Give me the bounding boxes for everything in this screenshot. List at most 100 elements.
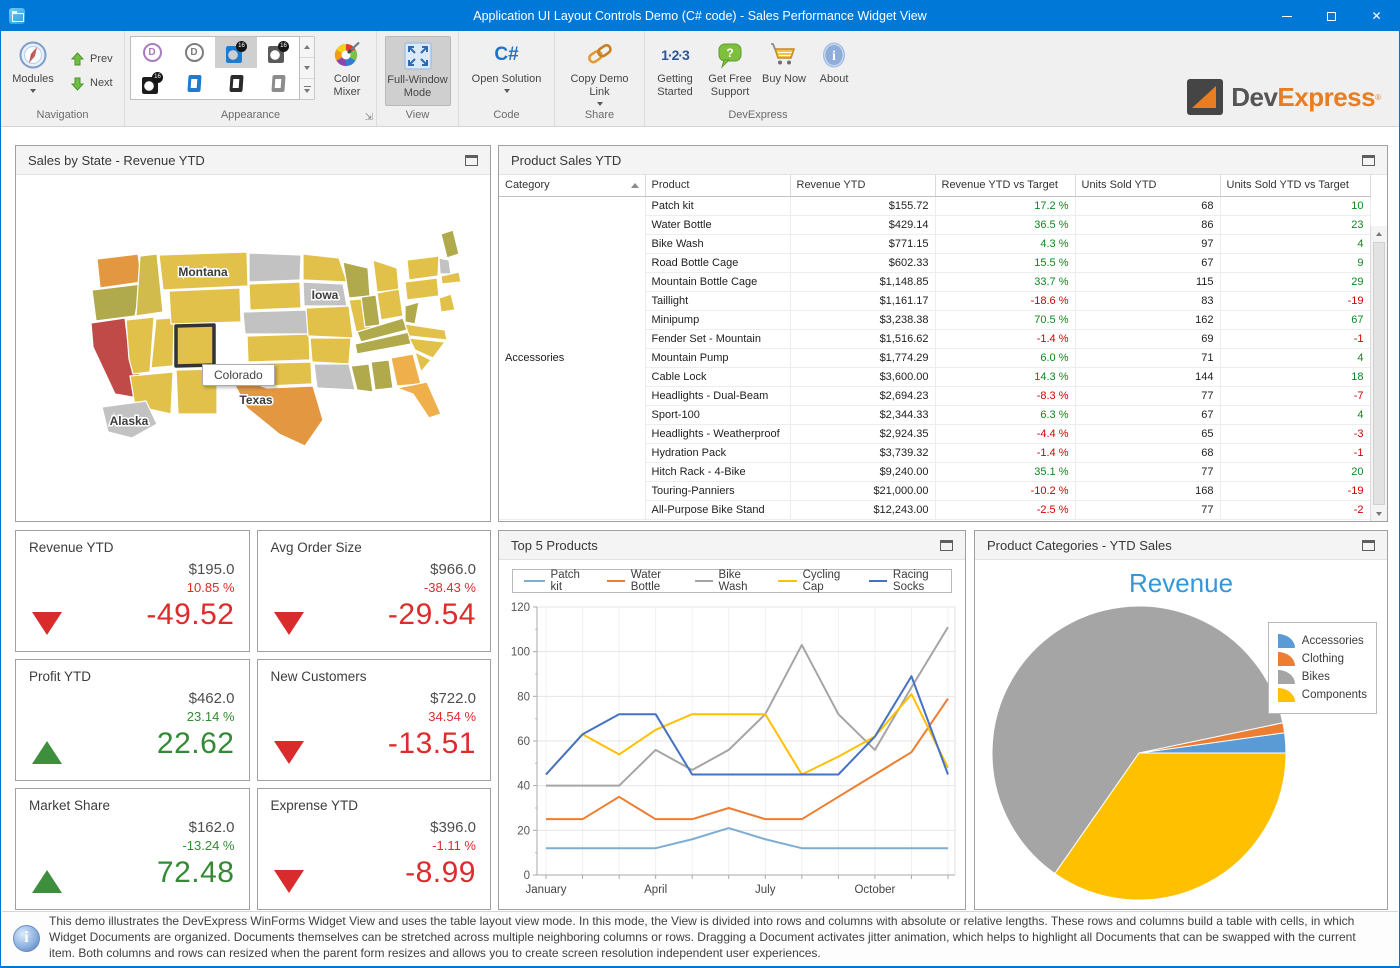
prev-button[interactable]: Prev [66, 47, 121, 71]
state-colorado-selected[interactable] [176, 325, 214, 366]
dialog-launcher-icon[interactable]: ⇲ [365, 113, 373, 123]
widget-product-sales[interactable]: Product Sales YTD Category Product Reven… [498, 145, 1388, 522]
column-header-units-vs-target[interactable]: Units Sold YTD vs Target [1220, 175, 1370, 196]
state-alabama[interactable] [371, 360, 393, 390]
state-maine[interactable] [441, 230, 459, 258]
state-kansas[interactable] [247, 334, 310, 362]
trend-down-icon [32, 612, 62, 635]
cell-revenue-vs-target: 4.3 % [935, 234, 1075, 253]
map-label-texas: Texas [239, 393, 272, 407]
widget-header: Product Sales YTD [499, 146, 1387, 175]
maximize-widget-button[interactable] [1362, 540, 1375, 551]
legend-line-icon [607, 580, 624, 582]
state-washington[interactable] [97, 254, 142, 288]
maximize-widget-button[interactable] [1362, 155, 1375, 166]
column-header-revenue-vs-target[interactable]: Revenue YTD vs Target [935, 175, 1075, 196]
widget-sales-by-state[interactable]: Sales by State - Revenue YTD [15, 145, 491, 522]
maximize-button[interactable] [1309, 1, 1354, 31]
column-header-revenue-ytd[interactable]: Revenue YTD [790, 175, 935, 196]
getting-started-button[interactable]: 1·2·3 Getting Started [648, 36, 702, 106]
trend-down-icon [274, 870, 304, 893]
grid-scrollbar[interactable] [1370, 226, 1387, 521]
column-header-units-sold[interactable]: Units Sold YTD [1075, 175, 1220, 196]
next-button[interactable]: Next [66, 71, 121, 95]
buy-now-button[interactable]: Buy Now [758, 36, 810, 106]
skin-office-gray[interactable] [257, 68, 299, 99]
column-header-product[interactable]: Product [645, 175, 790, 196]
kpi-card-exprense-ytd[interactable]: Exprense YTD$396.0-1.11 %-8.99 [257, 788, 492, 910]
cell-revenue-vs-target: 70.5 % [935, 310, 1075, 329]
maximize-widget-button[interactable] [465, 155, 478, 166]
line-series-bike-wash [546, 627, 948, 786]
state-florida[interactable] [397, 382, 441, 418]
cell-revenue-vs-target: 6.3 % [935, 405, 1075, 424]
copy-demo-link-button[interactable]: Copy Demo Link [563, 36, 637, 106]
state-west-virginia[interactable] [405, 302, 419, 324]
state-oregon[interactable] [92, 284, 141, 321]
state-ohio[interactable] [377, 289, 403, 320]
kpi-title: Profit YTD [29, 669, 91, 684]
full-window-mode-button[interactable]: Full-Window Mode [385, 36, 451, 106]
kpi-card-new-customers[interactable]: New Customers$722.034.54 %-13.51 [257, 659, 492, 781]
state-utah[interactable] [151, 318, 174, 368]
state-arkansas[interactable] [310, 338, 351, 364]
state-nevada[interactable] [126, 317, 154, 374]
skin-circle-purple[interactable]: D [131, 37, 173, 68]
open-solution-button[interactable]: C# Open Solution [467, 36, 547, 106]
minimize-button[interactable] [1264, 1, 1309, 31]
state-new-hampshire[interactable] [439, 258, 451, 274]
group-label-devexpress: DevExpress [645, 109, 871, 126]
state-missouri[interactable] [306, 306, 353, 338]
color-mixer-button[interactable]: Color Mixer [321, 36, 373, 106]
skin-office-2016-colorful[interactable]: 16 [215, 37, 257, 68]
about-button[interactable]: i About [810, 36, 858, 106]
state-virginia[interactable] [405, 324, 447, 340]
state-new-york[interactable] [407, 256, 439, 280]
state-wyoming[interactable] [169, 288, 241, 324]
state-indiana[interactable] [361, 295, 380, 327]
widget-header: Product Categories - YTD Sales [975, 531, 1387, 560]
skin-office-black[interactable] [215, 68, 257, 99]
cell-units-vs-target: 4 [1220, 348, 1370, 367]
close-button[interactable]: ✕ [1354, 1, 1399, 31]
widget-title: Product Categories - YTD Sales [987, 538, 1362, 553]
cell-revenue: $1,161.17 [790, 291, 935, 310]
state-michigan[interactable] [373, 260, 399, 292]
modules-button[interactable]: Modules [4, 36, 62, 106]
skin-office-blue[interactable] [173, 68, 215, 99]
table-row[interactable]: AccessoriesPatch kit$155.7217.2 %6810 [499, 196, 1370, 215]
scroll-down-button[interactable] [1371, 506, 1387, 521]
kpi-card-revenue-ytd[interactable]: Revenue YTD$195.010.85 %-49.52 [15, 530, 250, 652]
kpi-card-market-share[interactable]: Market Share$162.0-13.24 %72.48 [15, 788, 250, 910]
state-pennsylvania[interactable] [405, 278, 439, 300]
state-south-dakota[interactable] [249, 282, 301, 310]
kpi-card-avg-order-size[interactable]: Avg Order Size$966.0-38.43 %-29.54 [257, 530, 492, 652]
devexpress-logo-icon [1187, 79, 1223, 115]
gallery-scroll-down-button[interactable] [300, 58, 314, 79]
skin-circle-gray[interactable]: D [173, 37, 215, 68]
state-wisconsin[interactable] [343, 262, 370, 298]
skin-office-2016-dark[interactable]: 16 [257, 37, 299, 68]
state-nebraska[interactable] [243, 310, 308, 334]
state-louisiana[interactable] [314, 364, 355, 390]
cell-product: Minipump [645, 310, 790, 329]
state-north-dakota[interactable] [249, 253, 301, 282]
kpi-card-profit-ytd[interactable]: Profit YTD$462.023.14 %22.62 [15, 659, 250, 781]
maximize-widget-button[interactable] [940, 540, 953, 551]
state-new-jersey[interactable] [439, 294, 455, 312]
skin-office-2016-black[interactable]: 16 [131, 68, 173, 99]
svg-text:20: 20 [517, 825, 530, 837]
widget-product-categories[interactable]: Product Categories - YTD Sales Revenue A… [974, 530, 1388, 910]
state-idaho[interactable] [136, 254, 163, 316]
scroll-up-button[interactable] [1371, 226, 1387, 241]
gallery-scroll-up-button[interactable] [300, 37, 314, 58]
column-header-category[interactable]: Category [499, 175, 645, 196]
get-free-support-button[interactable]: ? Get Free Support [702, 36, 758, 106]
cell-units-vs-target: -2 [1220, 500, 1370, 519]
state-minnesota[interactable] [303, 254, 347, 282]
scrollbar-thumb[interactable] [1373, 242, 1385, 505]
state-north-carolina[interactable] [409, 338, 445, 358]
gallery-dropdown-button[interactable] [300, 79, 314, 99]
legend-line-icon [524, 580, 545, 582]
widget-top-5-products[interactable]: Top 5 Products Patch kitWater BottleBike… [498, 530, 966, 910]
